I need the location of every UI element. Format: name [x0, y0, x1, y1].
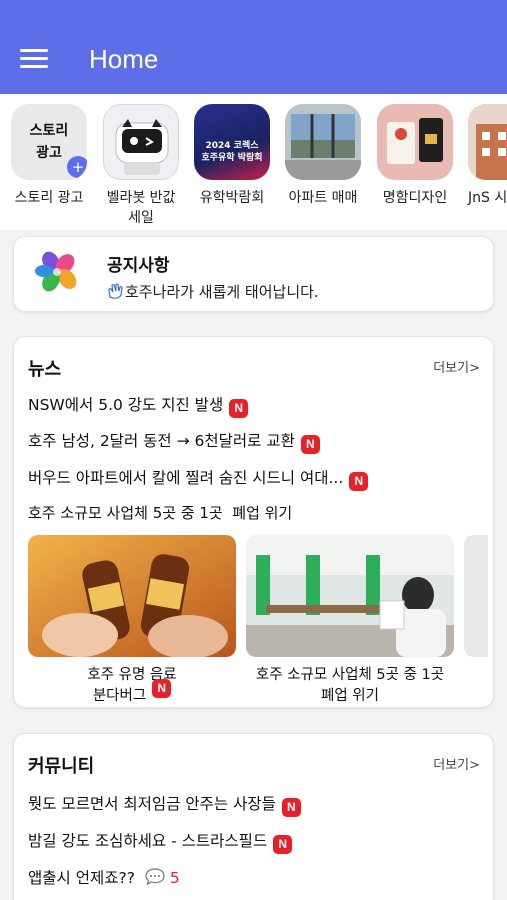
bundaberg-image: [28, 535, 236, 657]
new-badge: N: [281, 798, 301, 817]
story-thumb: [285, 104, 361, 180]
new-badge: N: [229, 399, 249, 418]
news-item-text: 호주 남성, 2달러 동전 → 6천달러로 교환: [28, 432, 295, 450]
waving-hand-icon: [108, 283, 123, 299]
news-item[interactable]: NSW에서 5.0 강도 지진 발생 N: [28, 393, 249, 418]
pinwheel-logo-icon: [35, 251, 77, 292]
news-item-text: NSW에서 5.0 강도 지진 발생: [28, 396, 224, 414]
community-post[interactable]: 뭣도 모르면서 최저임금 안주는 사장들 N: [28, 792, 301, 817]
story-thumb: 스토리 광고 +: [11, 104, 87, 180]
community-card: 커뮤니티 더보기> 뭣도 모르면서 최저임금 안주는 사장들 N 밤길 강도 조심…: [13, 733, 494, 900]
news-thumb-partial[interactable]: [464, 535, 488, 657]
notice-card[interactable]: 공지사항 호주나라가 새롭게 태어납니다.: [13, 236, 494, 312]
story-thumb: 2024 코렉스 호주유학 박람회: [194, 104, 270, 180]
app-bar: Home: [0, 0, 507, 94]
story-thumb: [377, 104, 453, 180]
news-thumb[interactable]: 호주 유명 음료 분다버그 N: [28, 535, 236, 705]
news-item[interactable]: 호주 소규모 사업체 5곳 중 1곳 폐업 위기: [28, 502, 292, 523]
news-card: 뉴스 더보기> NSW에서 5.0 강도 지진 발생 N 호주 남성, 2달러 동…: [13, 336, 494, 708]
business-card-image: [387, 118, 443, 164]
caption-line2: 폐업 위기: [321, 688, 379, 704]
story-item-ad[interactable]: 스토리 광고 + 스토리 광고: [5, 104, 93, 208]
post-title: 앱출시 언제죠??: [28, 869, 135, 887]
story-label: 명함디자인: [382, 190, 448, 206]
story-label: 스토리 광고: [14, 190, 84, 206]
story-thumb: [103, 104, 179, 180]
story-label-line1: JnS 시: [468, 190, 507, 206]
new-badge: N: [349, 472, 369, 491]
news-item-text: 호주 소규모 사업체 5곳 중 1곳 폐업 위기: [28, 504, 293, 522]
new-badge: N: [273, 835, 293, 854]
news-item[interactable]: 버우드 아파트에서 칼에 찔려 숨진 시드니 여대... N: [28, 466, 369, 491]
story-thumb: [468, 104, 507, 180]
notice-title: 공지사항: [107, 256, 170, 276]
story-banner-line2: 호주유학 박람회: [201, 153, 263, 163]
notice-subtitle-text: 호주나라가 새롭게 태어납니다.: [125, 283, 319, 301]
story-label: 벨라봇 반값세일: [97, 188, 185, 228]
story-label-line2: 세일: [128, 210, 154, 226]
news-thumbnail-carousel[interactable]: 호주 유명 음료 분다버그 N 호주 소규모 사업체 5곳 중 1곳 폐업 위기: [28, 535, 488, 705]
post-title: 뭣도 모르면서 최저임금 안주는 사장들: [28, 795, 276, 813]
news-thumb[interactable]: 호주 소규모 사업체 5곳 중 1곳폐업 위기: [246, 535, 454, 705]
comment-count: 5: [169, 869, 180, 887]
story-item[interactable]: 명함디자인: [371, 104, 459, 208]
news-thumb-caption: 호주 소규모 사업체 5곳 중 1곳폐업 위기: [246, 665, 454, 705]
new-badge: N: [300, 435, 320, 454]
story-label: 아파트 매매: [288, 190, 358, 206]
story-label-line1: 벨라봇 반값: [106, 190, 176, 206]
story-item[interactable]: 아파트 매매: [279, 104, 367, 208]
story-label: JnS 시이: [462, 188, 507, 228]
news-thumb-caption: 호주 유명 음료 분다버그 N: [28, 665, 236, 705]
partial-thumb-image: [464, 535, 488, 657]
story-label: 유학박람회: [199, 190, 265, 206]
story-carousel[interactable]: 스토리 광고 + 스토리 광고 벨라봇 반값세일 2024 코렉스 호주유학 박…: [0, 94, 507, 230]
news-title: 뉴스: [28, 359, 62, 380]
new-badge: N: [152, 679, 172, 698]
news-item[interactable]: 호주 남성, 2달러 동전 → 6천달러로 교환 N: [28, 429, 320, 454]
story-label-line2: 이: [468, 210, 507, 226]
community-title: 커뮤니티: [28, 756, 95, 777]
post-title: 밤길 강도 조심하세요 - 스트라스필드: [28, 832, 268, 850]
apartment-window-image: [285, 104, 361, 180]
story-item[interactable]: 2024 코렉스 호주유학 박람회 유학박람회: [188, 104, 276, 208]
notice-subtitle: 호주나라가 새롭게 태어납니다.: [107, 281, 319, 302]
story-item[interactable]: JnS 시이: [462, 104, 507, 228]
community-post[interactable]: 밤길 강도 조심하세요 - 스트라스필드 N: [28, 829, 293, 854]
story-item[interactable]: 벨라봇 반값세일: [97, 104, 185, 228]
comment-icon: [145, 868, 165, 886]
robot-image: [115, 119, 169, 175]
community-more-link[interactable]: 더보기>: [433, 754, 480, 773]
menu-icon[interactable]: [20, 46, 50, 70]
caption-line2: 분다버그: [92, 688, 147, 704]
news-more-link[interactable]: 더보기>: [433, 357, 480, 376]
community-post[interactable]: 앱출시 언제죠?? 5: [28, 866, 180, 888]
news-item-text: 버우드 아파트에서 칼에 찔려 숨진 시드니 여대...: [28, 469, 344, 487]
page-title: Home: [89, 44, 159, 74]
caption-line1: 호주 소규모 사업체 5곳 중 1곳: [255, 667, 445, 683]
add-story-icon[interactable]: +: [67, 156, 87, 178]
office-image: [246, 535, 454, 657]
building-image: [468, 104, 507, 180]
